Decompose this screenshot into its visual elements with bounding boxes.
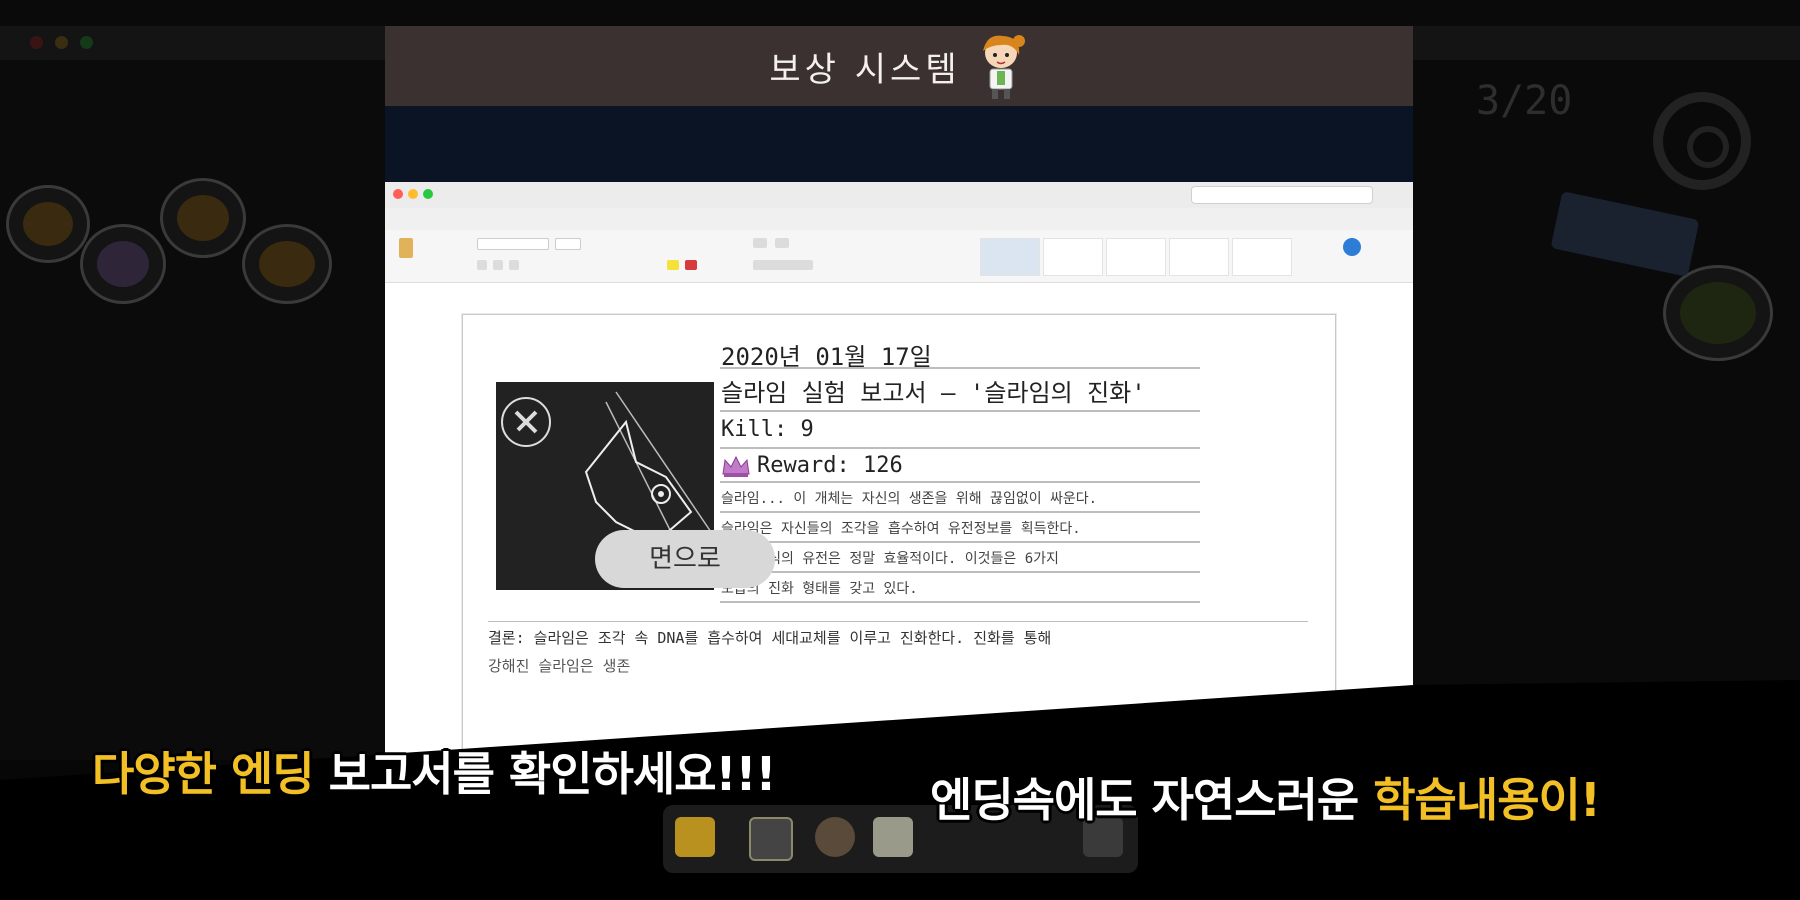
game-strip [385, 106, 1413, 182]
palette-icon[interactable] [815, 817, 855, 857]
bullets-button[interactable] [753, 238, 767, 248]
font-color-button[interactable] [685, 260, 697, 270]
rule-line [720, 571, 1200, 573]
rule-line [720, 410, 1200, 412]
caption-right-highlight: 학습내용이! [1373, 773, 1601, 827]
banner-title: 보상 시스템 [769, 49, 961, 90]
style-title[interactable] [1232, 238, 1292, 276]
rule-line [720, 511, 1200, 513]
numbering-button[interactable] [775, 238, 789, 248]
reward-value: Reward: 126 [757, 453, 903, 478]
style-no-spacing[interactable] [1043, 238, 1103, 276]
caption-left-word-1: 다양한 [92, 747, 217, 801]
slime-coin-icon [80, 224, 166, 304]
bold-button[interactable] [477, 260, 487, 270]
underline-button[interactable] [509, 260, 519, 270]
kill-count: Kill: 9 [721, 417, 814, 442]
ribbon-tabs [385, 208, 1413, 230]
rule-line [720, 541, 1200, 543]
style-heading-1[interactable] [1106, 238, 1166, 276]
style-normal[interactable] [980, 238, 1040, 276]
rule-line [720, 447, 1200, 449]
rule-line [720, 601, 1200, 603]
ribbon-toolbar [385, 230, 1413, 283]
highlight-button[interactable] [667, 260, 679, 270]
conclusion-line-1: 결론: 슬라임은 조각 속 DNA를 흡수하여 세대교체를 이루고 진화한다. … [488, 629, 1052, 647]
body-line: 슬라임... 이 개체는 자신의 생존을 위해 끊임없이 싸운다. [721, 491, 1098, 507]
slime-coin-icon [1663, 265, 1773, 361]
rule-line [488, 621, 1308, 622]
window-close-icon[interactable] [393, 189, 403, 199]
slime-coin-icon [6, 185, 90, 263]
banner-title-row: 보상 시스템 [385, 26, 1413, 106]
title-banner: 보상 시스템 [385, 26, 1413, 106]
caption-right: 엔딩속에도 자연스러운 학습내용이! [930, 764, 1601, 830]
slime-coin-icon [160, 178, 246, 258]
app-stage: 3/20 보상 시스템 2020년 01월 17일 슬라임 실험 보고서 – '… [0, 0, 1800, 900]
styles-pane-icon[interactable] [1343, 238, 1361, 256]
close-dot-icon [30, 36, 43, 49]
align-button[interactable] [753, 260, 813, 270]
main-menu-button[interactable]: 면으로 [595, 530, 775, 588]
window-zoom-icon[interactable] [423, 189, 433, 199]
slime-coin-icon [242, 224, 332, 304]
background-game-left [0, 60, 385, 760]
caption-right-lead: 엔딩속에도 자연스러운 [930, 773, 1359, 827]
stage-counter: 3/20 [1476, 78, 1573, 124]
caption-left: 다양한 엔딩 보고서를 확인하세요!!! [92, 738, 777, 804]
notes-icon[interactable] [873, 817, 913, 857]
maximize-dot-icon [80, 36, 93, 49]
caption-left-rest: 보고서를 확인하세요!!! [328, 747, 777, 801]
caption-left-word-2: 엔딩 [230, 747, 315, 801]
report-title: 슬라임 실험 보고서 – '슬라임의 진화' [721, 379, 1146, 407]
body-line: 슬라임은 자신들의 조각을 흡수하여 유전정보를 획득한다. [721, 521, 1081, 537]
search-field[interactable] [1191, 186, 1373, 204]
folder-icon[interactable] [675, 817, 715, 857]
italic-button[interactable] [493, 260, 503, 270]
style-heading-2[interactable] [1169, 238, 1229, 276]
font-size-box[interactable] [555, 238, 581, 250]
rule-line [720, 481, 1200, 483]
paste-icon[interactable] [399, 238, 413, 258]
minimize-dot-icon [55, 36, 68, 49]
conclusion-line-2: 강해진 슬라임은 생존 [488, 657, 631, 675]
rule-line [720, 367, 1200, 369]
scientist-girl-icon [973, 31, 1029, 101]
reward-row: Reward: 126 [721, 453, 903, 478]
terminal-icon[interactable] [749, 817, 793, 861]
window-titlebar [385, 182, 1413, 209]
screen-top-bar [0, 0, 1800, 26]
crown-icon [721, 454, 751, 478]
window-minimize-icon[interactable] [408, 189, 418, 199]
gear-icon [1653, 92, 1751, 190]
font-name-box[interactable] [477, 238, 549, 250]
